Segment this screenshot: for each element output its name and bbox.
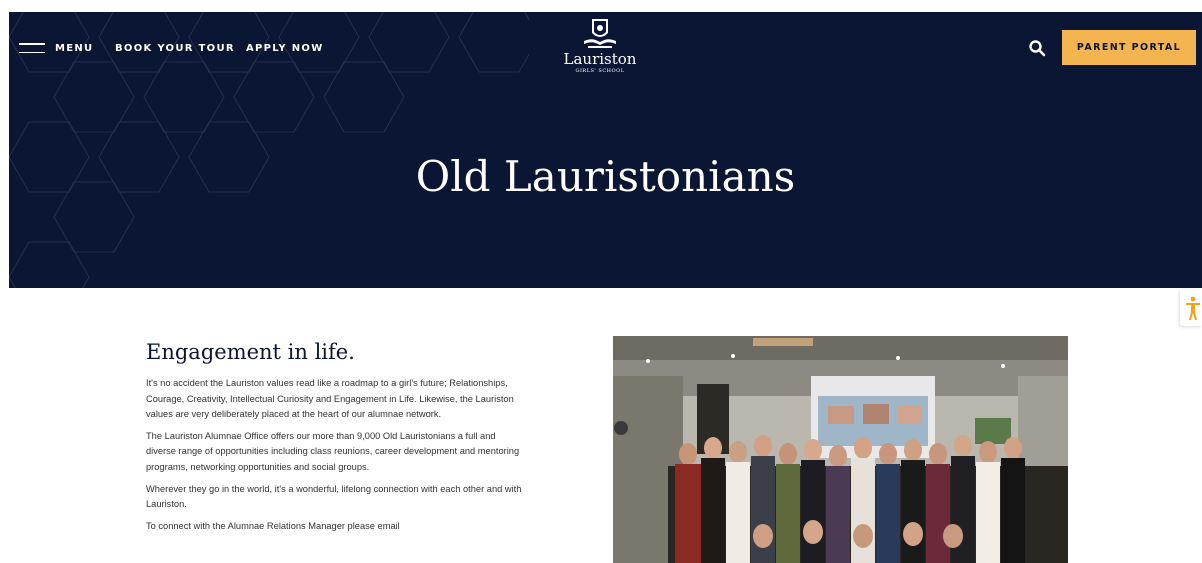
school-logo[interactable]: Lauriston GIRLS' SCHOOL	[560, 15, 640, 93]
page: MENU BOOK YOUR TOUR APPLY NOW Lauriston …	[0, 0, 1202, 563]
group-photo-illustration	[613, 336, 1068, 563]
hamburger-icon[interactable]	[19, 43, 45, 53]
section-heading: Engagement in life.	[146, 340, 355, 364]
page-title: Old Lauristonians	[415, 152, 796, 201]
paragraph-alumnae-office: The Lauriston Alumnae Office offers our …	[146, 430, 520, 472]
logo-subtitle: GIRLS' SCHOOL	[575, 68, 625, 74]
paragraph-connection: Wherever they go in the world, it's a wo…	[146, 483, 522, 510]
paragraph-values: It's no accident the Lauriston values re…	[146, 378, 514, 420]
hero-banner: MENU BOOK YOUR TOUR APPLY NOW Lauriston …	[9, 12, 1202, 288]
menu-link[interactable]: MENU	[55, 43, 93, 54]
alumnae-group-photo	[613, 336, 1068, 563]
top-nav: MENU BOOK YOUR TOUR APPLY NOW Lauriston …	[9, 12, 1202, 74]
apply-now-link[interactable]: APPLY NOW	[246, 43, 324, 54]
search-icon[interactable]	[1028, 39, 1046, 57]
paragraph-contact: To connect with the Alumnae Relations Ma…	[146, 520, 400, 531]
logo-wordmark: Lauriston	[563, 50, 637, 68]
accessibility-icon	[1186, 296, 1200, 320]
intro-section: Engagement in life. It's no accident the…	[146, 340, 526, 540]
book-tour-link[interactable]: BOOK YOUR TOUR	[115, 43, 235, 54]
parent-portal-button[interactable]: PARENT PORTAL	[1062, 30, 1196, 65]
accessibility-button[interactable]	[1180, 290, 1202, 326]
school-crest-icon	[584, 19, 616, 48]
